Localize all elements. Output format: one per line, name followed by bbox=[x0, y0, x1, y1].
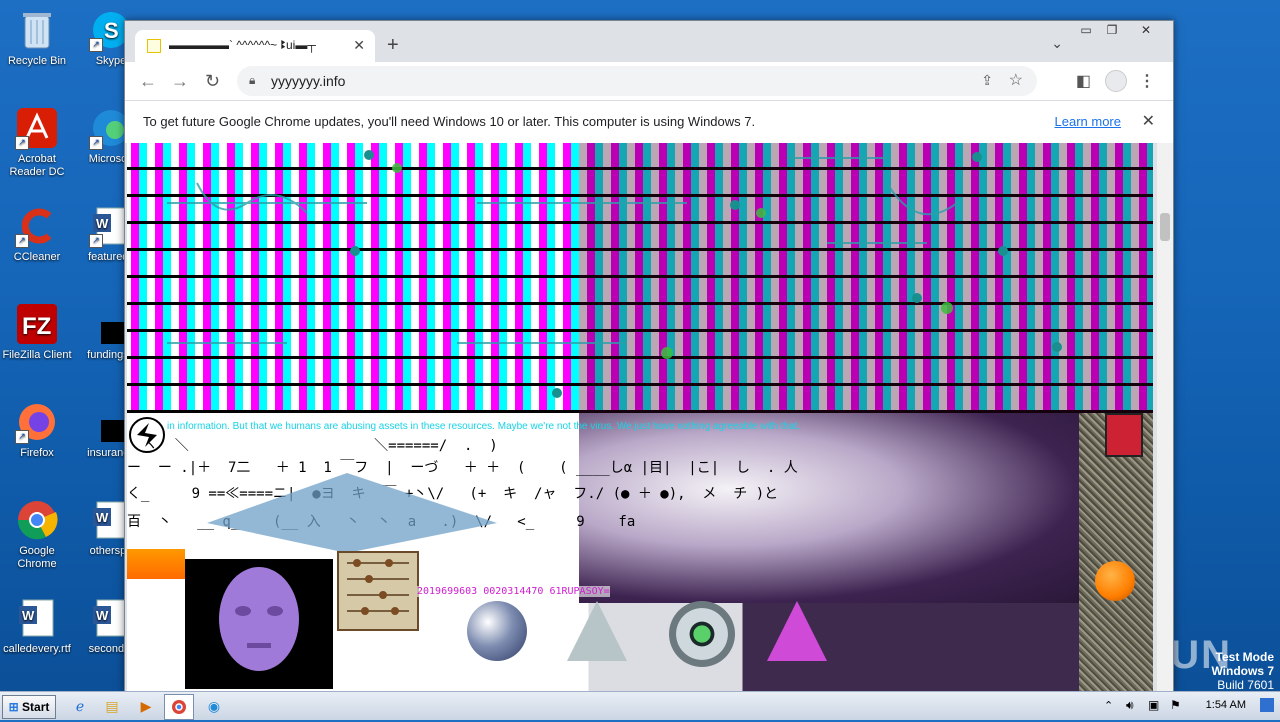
svg-text:W: W bbox=[96, 216, 109, 231]
taskbar-ie-icon[interactable]: ℯ bbox=[66, 694, 94, 718]
svg-text:W: W bbox=[96, 510, 109, 525]
taskbar-explorer-icon[interactable]: ▤ bbox=[98, 694, 126, 718]
shortcut-arrow-icon: ↗ bbox=[89, 38, 103, 52]
shortcut-arrow-icon: ↗ bbox=[89, 136, 103, 150]
profile-avatar-icon[interactable] bbox=[1105, 70, 1127, 92]
test-mode-line: Test Mode bbox=[1215, 650, 1274, 664]
volume-icon[interactable]: 🔊︎ bbox=[1126, 698, 1134, 713]
desktop-icon-recycle-bin[interactable]: Recycle Bin bbox=[0, 8, 74, 68]
oranges-image bbox=[1095, 561, 1135, 601]
bookmark-star-icon[interactable]: ☆ bbox=[1009, 70, 1023, 90]
taskbar-chrome-icon[interactable] bbox=[164, 694, 194, 720]
test-mode-line: Build 7601 bbox=[1217, 678, 1274, 692]
svg-text:FZ: FZ bbox=[22, 313, 51, 340]
update-infobar: To get future Google Chrome updates, you… bbox=[125, 100, 1173, 144]
side-panel-icon[interactable]: ◧ bbox=[1076, 71, 1091, 91]
tray-expand-icon[interactable]: ⌃ bbox=[1104, 699, 1113, 712]
infobar-close-icon[interactable]: ✕ bbox=[1142, 111, 1155, 131]
favicon-icon bbox=[147, 39, 161, 53]
taskbar: ⊞ Start ℯ ▤ ▶ ◉ ⌃ 🔊︎ ▣ ⚑ 1:54 AM bbox=[0, 691, 1280, 720]
glass-cone-image bbox=[567, 601, 627, 661]
taskbar-media-icon[interactable]: ▶ bbox=[132, 694, 160, 718]
shortcut-arrow-icon: ↗ bbox=[15, 430, 29, 444]
system-tray: ⌃ 🔊︎ ▣ ⚑ 1:54 AM bbox=[1100, 692, 1280, 720]
address-bar[interactable]: 🔒︎ yyyyyyy.info ⇪ ☆ bbox=[237, 66, 1037, 96]
flag-icon[interactable]: ⚑ bbox=[1170, 698, 1181, 712]
desktop-icon-label: calledevery.rtf bbox=[3, 643, 71, 655]
desktop-icon-label: Google Chrome bbox=[17, 545, 57, 570]
test-mode-notice: Test Mode Windows 7 Build 7601 bbox=[1211, 650, 1274, 692]
close-window-button[interactable]: ✕ bbox=[1133, 21, 1159, 39]
purple-mask-image bbox=[185, 559, 333, 689]
hex-string-text: 2019699603 0020314470 61RUPASOY= bbox=[417, 586, 610, 597]
firefox-icon: ↗ bbox=[15, 400, 59, 444]
page-scrollbar[interactable] bbox=[1157, 143, 1173, 691]
desktop-icon-label: Acrobat Reader DC bbox=[9, 153, 65, 178]
browser-toolbar: ← → ↻ 🔒︎ yyyyyyy.info ⇪ ☆ ◧ ⋮ bbox=[125, 62, 1173, 100]
recycle-bin-icon bbox=[15, 8, 59, 52]
acrobat-icon: ↗ bbox=[15, 106, 59, 150]
browser-tab[interactable]: ▬▬▬▬▬` ^^^^^^~ ꔪui▬┬ ✕ bbox=[135, 30, 375, 62]
desktop-icon-calledevery[interactable]: W calledevery.rtf bbox=[0, 596, 74, 656]
chrome-icon bbox=[15, 498, 59, 542]
desktop-icon-ccleaner[interactable]: ↗ CCleaner bbox=[0, 204, 74, 264]
abacus-image bbox=[337, 551, 419, 631]
web-page-content: in information. But that we humans are a… bbox=[127, 143, 1153, 691]
desktop-icon-acrobat[interactable]: ↗ Acrobat Reader DC bbox=[0, 106, 74, 179]
ring-orb-image bbox=[669, 601, 735, 667]
learn-more-link[interactable]: Learn more bbox=[1055, 114, 1121, 129]
start-button[interactable]: ⊞ Start bbox=[2, 695, 56, 719]
back-arrow-icon[interactable]: ← bbox=[139, 71, 157, 91]
magenta-cone-image bbox=[767, 601, 827, 661]
clock[interactable]: 1:54 AM bbox=[1206, 699, 1246, 711]
filezilla-icon: FZ bbox=[15, 302, 59, 346]
word-document-icon: W bbox=[15, 596, 59, 640]
svg-text:S: S bbox=[104, 18, 119, 43]
ccleaner-icon: ↗ bbox=[15, 204, 59, 248]
desktop-icon-label: Recycle Bin bbox=[7, 55, 67, 67]
svg-text:W: W bbox=[96, 608, 109, 623]
new-tab-button[interactable]: + bbox=[387, 34, 399, 56]
scrollbar-thumb[interactable] bbox=[1160, 213, 1170, 241]
tab-close-icon[interactable]: ✕ bbox=[353, 37, 365, 54]
test-mode-line: Windows 7 bbox=[1211, 664, 1274, 678]
disco-ball-image bbox=[467, 601, 527, 661]
desktop-icon-firefox[interactable]: ↗ Firefox bbox=[0, 400, 74, 460]
lock-icon[interactable]: 🔒︎ bbox=[249, 73, 255, 88]
ascii-art-line: ヽ ＼ ＼======/ . ) bbox=[127, 438, 498, 454]
forward-arrow-icon[interactable]: → bbox=[171, 71, 189, 91]
purple-gradient-art bbox=[579, 413, 1079, 603]
url-text[interactable]: yyyyyyy.info bbox=[271, 73, 345, 89]
desktop-icon-label: FileZilla Client bbox=[2, 349, 72, 361]
shortcut-arrow-icon: ↗ bbox=[15, 136, 29, 150]
windows-logo-icon: ⊞ bbox=[8, 700, 19, 714]
network-icon[interactable]: ▣ bbox=[1148, 698, 1159, 712]
show-desktop-button[interactable] bbox=[1260, 698, 1274, 712]
desktop-icon-label: Firefox bbox=[20, 447, 54, 459]
shortcut-arrow-icon: ↗ bbox=[89, 234, 103, 248]
desktop-icon-label: CCleaner bbox=[13, 251, 61, 263]
ascii-scribble-art bbox=[167, 150, 1062, 398]
taskbar-edge-icon[interactable]: ◉ bbox=[200, 694, 228, 718]
floppy-disk-icon bbox=[1105, 413, 1143, 457]
start-label: Start bbox=[22, 700, 50, 714]
pyramid-shape-art bbox=[207, 473, 497, 553]
desktop-icon-google-chrome[interactable]: Google Chrome bbox=[0, 498, 74, 571]
svg-text:W: W bbox=[22, 608, 35, 623]
shortcut-arrow-icon: ↗ bbox=[15, 234, 29, 248]
infobar-message: To get future Google Chrome updates, you… bbox=[143, 114, 756, 129]
kebab-menu-icon[interactable]: ⋮ bbox=[1139, 71, 1155, 91]
minimize-button[interactable]: ▭ bbox=[1073, 21, 1099, 39]
desktop-icon-filezilla[interactable]: FZ FileZilla Client bbox=[0, 302, 74, 362]
orange-block-art bbox=[127, 549, 185, 579]
tab-title: ▬▬▬▬▬` ^^^^^^~ ꔪui▬┬ bbox=[169, 38, 316, 52]
tab-search-chevron-icon[interactable]: ⌄ bbox=[1051, 35, 1063, 52]
chrome-window: ▭ ❐ ✕ ▬▬▬▬▬` ^^^^^^~ ꔪui▬┬ ✕ + ⌄ ← → ↻ 🔒… bbox=[124, 20, 1174, 692]
reload-icon[interactable]: ↻ bbox=[205, 71, 220, 91]
scrolling-banner-text: in information. But that we humans are a… bbox=[167, 421, 801, 432]
maximize-button[interactable]: ❐ bbox=[1099, 21, 1125, 39]
share-icon[interactable]: ⇪ bbox=[981, 72, 993, 89]
